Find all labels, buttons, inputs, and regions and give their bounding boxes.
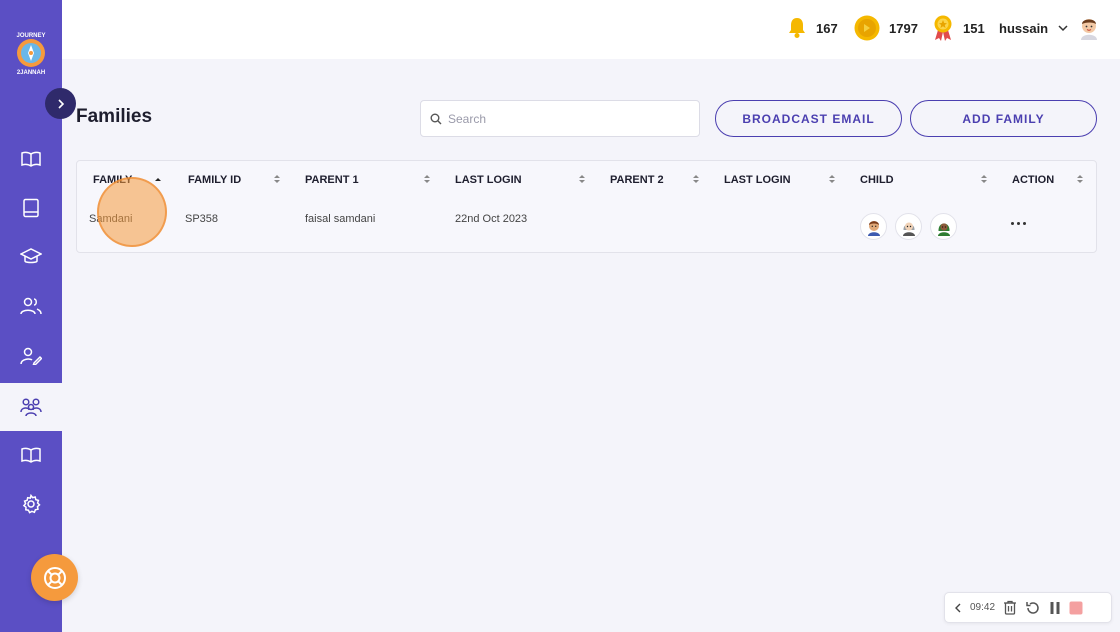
user-edit-icon (20, 347, 42, 365)
search-input[interactable] (448, 111, 688, 126)
child-avatar[interactable] (860, 213, 887, 240)
sort-icon[interactable] (423, 173, 431, 185)
column-header-parent-1[interactable]: PARENT 1 (305, 174, 359, 186)
column-header-child[interactable]: CHILD (860, 174, 894, 186)
cell-family-id: SP358 (185, 213, 219, 225)
username: hussain (999, 20, 1049, 36)
recorder-pause-button[interactable] (1049, 601, 1061, 615)
sidebar-item-users[interactable] (0, 282, 62, 330)
recorder-stop-button[interactable] (1069, 601, 1083, 615)
graduation-cap-icon (20, 248, 42, 264)
help-button[interactable] (31, 554, 78, 601)
stop-icon (1069, 601, 1083, 614)
families-icon (20, 398, 42, 417)
families-table: FAMILY FAMILY ID PARENT 1 LAST LOGIN PAR… (76, 160, 1097, 253)
users-icon (20, 297, 42, 315)
sidebar-item-education[interactable] (0, 233, 62, 281)
sidebar-item-settings[interactable] (0, 480, 62, 528)
child-avatar[interactable] (930, 213, 957, 240)
sort-icon[interactable] (980, 173, 988, 185)
broadcast-email-button[interactable]: BROADCAST EMAIL (715, 100, 902, 137)
add-family-button[interactable]: ADD FAMILY (910, 100, 1097, 137)
sort-icon[interactable] (1076, 173, 1084, 185)
notifications-stat[interactable]: 167 (787, 14, 838, 42)
cell-parent-1: faisal samdani (305, 213, 376, 225)
child-avatar[interactable] (895, 213, 922, 240)
coins-stat[interactable]: 1797 (854, 14, 918, 42)
sort-asc-icon[interactable] (154, 173, 162, 185)
more-dot (1011, 221, 1014, 225)
search-box[interactable] (420, 100, 700, 137)
coins-count: 1797 (889, 20, 918, 36)
sidebar-expand-button[interactable] (45, 88, 76, 119)
column-header-family-id[interactable]: FAMILY ID (188, 174, 241, 186)
recorder-delete-button[interactable] (1003, 600, 1017, 615)
cell-family[interactable]: Samdani (89, 213, 132, 225)
search-icon (430, 113, 442, 124)
book-open-icon (21, 151, 41, 167)
column-header-last-login-2[interactable]: LAST LOGIN (724, 174, 791, 186)
trash-icon (1004, 600, 1017, 615)
sort-icon[interactable] (273, 173, 281, 185)
column-header-action: ACTION (1012, 174, 1055, 186)
book-open-icon (21, 447, 41, 463)
top-bar: 167 1797 151 hussain (62, 0, 1120, 59)
sort-icon[interactable] (692, 173, 700, 185)
row-actions-menu[interactable] (1011, 219, 1029, 227)
page-title: Families (76, 106, 153, 127)
svg-text:JOURNEY: JOURNEY (16, 33, 45, 39)
sidebar-item-families[interactable] (0, 383, 62, 431)
more-dot (1023, 221, 1026, 225)
awards-stat[interactable]: 151 (932, 14, 985, 42)
chevron-right-icon (57, 98, 64, 109)
sidebar-item-teachers[interactable] (0, 332, 62, 380)
chevron-left-icon (955, 603, 961, 612)
lifebuoy-icon (43, 566, 66, 589)
more-dot (1017, 221, 1020, 225)
sort-icon[interactable] (828, 173, 836, 185)
chevron-down-icon (1058, 24, 1068, 31)
sidebar-item-courses[interactable] (0, 184, 62, 232)
gear-icon (22, 494, 41, 514)
pause-icon (1050, 601, 1060, 614)
column-header-family[interactable]: FAMILY (93, 174, 132, 186)
svg-text:2JANNAH: 2JANNAH (17, 70, 45, 76)
book-icon (23, 198, 39, 218)
cell-last-login-1: 22nd Oct 2023 (455, 213, 528, 225)
sidebar-item-library[interactable] (0, 431, 62, 479)
restart-icon (1026, 601, 1039, 614)
coin-icon (854, 15, 880, 41)
app-logo[interactable]: JOURNEY 2JANNAH (8, 30, 54, 76)
column-header-parent-2[interactable]: PARENT 2 (610, 174, 664, 186)
recorder-time: 09:42 (970, 602, 996, 613)
recorder-toolbar: 09:42 (944, 592, 1112, 623)
notifications-count: 167 (816, 20, 838, 36)
recorder-collapse-button[interactable] (954, 603, 962, 613)
awards-count: 151 (963, 20, 985, 36)
recorder-restart-button[interactable] (1025, 600, 1041, 616)
sort-icon[interactable] (578, 173, 586, 185)
column-header-last-login-1[interactable]: LAST LOGIN (455, 174, 522, 186)
bell-icon (789, 18, 805, 38)
medal-icon (934, 15, 952, 41)
sidebar-item-learning[interactable] (0, 135, 62, 183)
user-menu[interactable]: hussain (999, 14, 1100, 42)
avatar (1081, 19, 1098, 40)
